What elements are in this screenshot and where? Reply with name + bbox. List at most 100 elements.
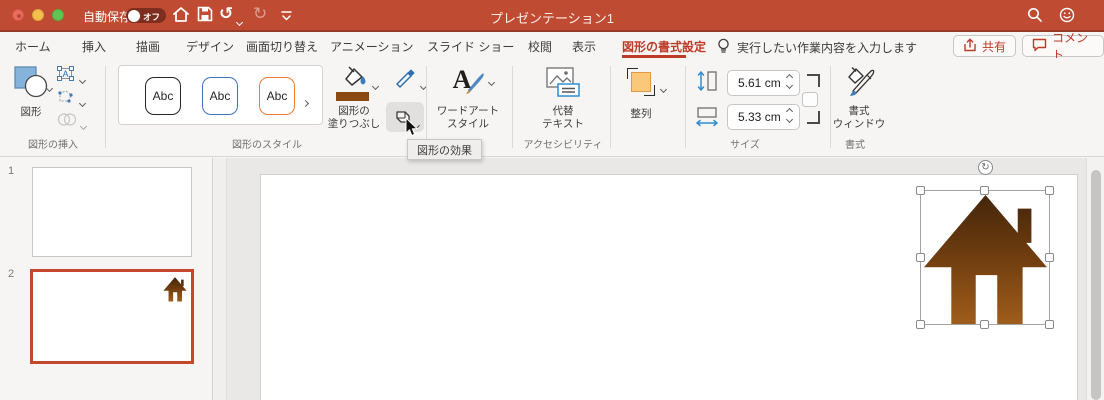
lock-aspect-ratio-checkbox[interactable] xyxy=(802,92,818,107)
shape-width-field[interactable]: 5.33 cm xyxy=(727,104,800,130)
tab-transitions[interactable]: 画面切り替え xyxy=(246,38,318,55)
toggle-knob xyxy=(127,9,140,22)
format-pane-button[interactable] xyxy=(843,65,877,104)
shape-fill-chevron-icon[interactable] xyxy=(371,76,380,94)
toolbar-options-icon[interactable] xyxy=(281,8,292,26)
home-icon[interactable] xyxy=(172,6,190,28)
slide-thumbnail-panel: 1 2 xyxy=(0,158,213,400)
scrollbar-thumb[interactable] xyxy=(1091,170,1101,400)
tab-home[interactable]: ホーム xyxy=(15,38,51,55)
wordart-chevron-icon[interactable] xyxy=(487,72,496,90)
shape-style-thumb-3[interactable]: Abc xyxy=(259,77,295,115)
edit-shape-icon xyxy=(58,90,73,103)
handle-bottom-center[interactable] xyxy=(980,320,989,329)
tab-shape-format[interactable]: 図形の書式設定 xyxy=(622,38,706,55)
save-icon[interactable] xyxy=(197,6,213,27)
edit-shape-button[interactable] xyxy=(57,89,74,109)
outline-pen-icon xyxy=(396,69,415,88)
tab-insert[interactable]: 挿入 xyxy=(82,38,106,55)
svg-text:A: A xyxy=(62,69,68,79)
panel-canvas-gutter xyxy=(213,158,227,400)
arrange-button-label: 整列 xyxy=(630,108,652,120)
shape-style-thumb-2[interactable]: Abc xyxy=(202,77,238,115)
group-divider xyxy=(685,66,686,148)
share-icon xyxy=(963,38,977,55)
group-divider xyxy=(610,66,611,148)
shape-fill-label-line2: 塗りつぶし xyxy=(327,118,381,130)
alt-text-icon xyxy=(546,67,580,97)
undo-icon[interactable]: ↺ xyxy=(219,4,233,24)
vertical-scrollbar[interactable] xyxy=(1086,158,1104,400)
aspect-bracket-bottom xyxy=(807,111,820,124)
tab-slideshow[interactable]: スライド ショー xyxy=(427,38,514,55)
shape-outline-button[interactable] xyxy=(393,68,417,93)
group-label-accessibility: アクセシビリティ xyxy=(523,140,603,151)
height-increment-icon[interactable] xyxy=(785,73,794,82)
handle-bottom-right[interactable] xyxy=(1045,320,1054,329)
handle-top-right[interactable] xyxy=(1045,186,1054,195)
search-icon[interactable] xyxy=(1027,7,1043,28)
fill-color-swatch xyxy=(336,92,369,101)
selection-bounding-box xyxy=(920,190,1050,325)
gallery-more-icon[interactable] xyxy=(301,93,310,111)
shape-style-gallery: Abc Abc Abc xyxy=(118,65,323,125)
arrange-chevron-icon[interactable] xyxy=(659,79,668,97)
slide-2-thumbnail[interactable] xyxy=(30,269,194,364)
height-decrement-icon[interactable] xyxy=(785,81,794,90)
width-decrement-icon[interactable] xyxy=(785,115,794,124)
tab-draw[interactable]: 描画 xyxy=(136,38,160,55)
handle-top-left[interactable] xyxy=(916,186,925,195)
tab-design[interactable]: デザイン xyxy=(186,38,234,55)
alt-text-button[interactable] xyxy=(546,67,580,102)
shapes-chevron-icon[interactable] xyxy=(45,78,54,96)
edit-shape-chevron-icon[interactable] xyxy=(78,93,87,111)
shape-height-field[interactable]: 5.61 cm xyxy=(727,70,800,96)
tab-animations[interactable]: アニメーション xyxy=(330,38,414,55)
redo-icon: ↻ xyxy=(253,4,268,23)
comments-button[interactable]: コメント xyxy=(1022,31,1104,62)
merge-shapes-icon xyxy=(57,113,77,126)
minimize-window-button[interactable] xyxy=(32,9,44,21)
slide-2-number: 2 xyxy=(8,268,15,280)
group-divider xyxy=(512,66,513,148)
handle-middle-left[interactable] xyxy=(916,253,925,262)
textbox-button[interactable]: A xyxy=(57,66,74,86)
autosave-state-label: オフ xyxy=(142,11,160,22)
width-increment-icon[interactable] xyxy=(785,107,794,116)
slide-1-thumbnail[interactable] xyxy=(32,167,192,257)
handle-top-center[interactable] xyxy=(980,186,989,195)
tab-review[interactable]: 校閲 xyxy=(528,38,552,55)
handle-middle-right[interactable] xyxy=(1045,253,1054,262)
arrange-button[interactable] xyxy=(627,68,655,96)
autosave-toggle[interactable]: オフ xyxy=(126,8,166,23)
rotate-handle[interactable]: ↻ xyxy=(978,160,993,175)
close-window-button[interactable] xyxy=(12,9,24,21)
shape-width-value: 5.33 cm xyxy=(738,110,781,124)
aspect-bracket-top xyxy=(807,74,820,87)
comment-icon xyxy=(1032,38,1047,55)
lightbulb-icon[interactable] xyxy=(716,38,731,60)
merge-shapes-chevron-icon xyxy=(79,116,88,134)
share-button[interactable]: 共有 xyxy=(953,35,1017,57)
autosave-label: 自動保存 xyxy=(83,10,132,24)
width-icon xyxy=(695,106,719,133)
wordart-styles-button[interactable]: A xyxy=(452,64,486,103)
textbox-chevron-icon[interactable] xyxy=(78,70,87,88)
insert-shapes-button[interactable] xyxy=(14,66,50,103)
mouse-cursor xyxy=(405,116,419,143)
document-title: プレゼンテーション1 xyxy=(490,11,614,26)
handle-bottom-left[interactable] xyxy=(916,320,925,329)
slide-canvas: ↻ xyxy=(227,158,1104,400)
arrange-icon xyxy=(627,68,655,96)
wordart-icon: A xyxy=(453,65,484,94)
format-pane-label-line2: ウィンドウ xyxy=(832,118,886,130)
alt-text-label-line2: テキスト xyxy=(542,118,584,130)
shape-style-thumb-1[interactable]: Abc xyxy=(145,77,181,115)
zoom-window-button[interactable] xyxy=(52,9,64,21)
undo-chevron-icon[interactable] xyxy=(235,12,244,30)
feedback-smiley-icon[interactable] xyxy=(1059,7,1075,28)
tell-me-prompt[interactable]: 実行したい作業内容を入力します xyxy=(737,39,917,56)
group-label-shape-styles: 図形のスタイル xyxy=(232,140,302,151)
ribbon-tab-row: ホーム 挿入 描画 デザイン 画面切り替え アニメーション スライド ショー 校… xyxy=(0,30,1104,62)
tab-view[interactable]: 表示 xyxy=(572,38,596,55)
